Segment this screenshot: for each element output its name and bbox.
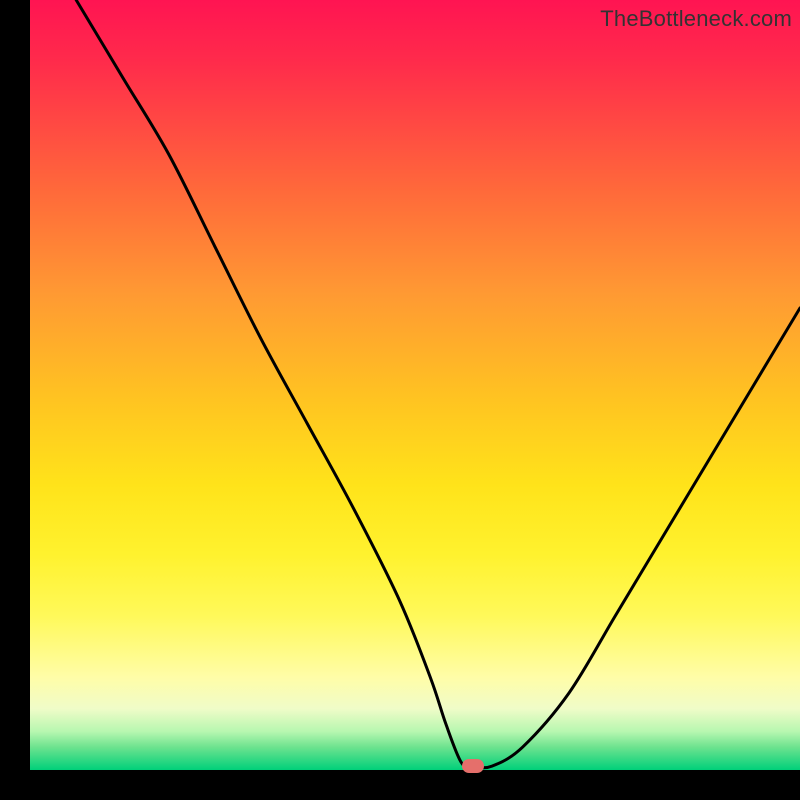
chart-container: TheBottleneck.com	[0, 0, 800, 800]
optimal-marker	[462, 759, 484, 773]
bottleneck-curve	[30, 0, 800, 770]
plot-area: TheBottleneck.com	[30, 0, 800, 770]
